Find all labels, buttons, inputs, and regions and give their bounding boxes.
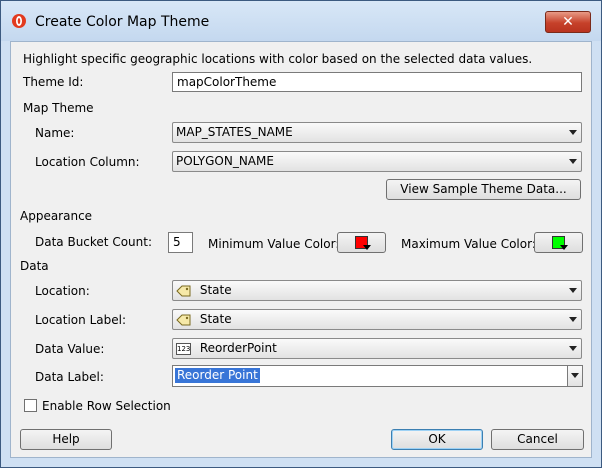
appearance-section-label: Appearance [20, 209, 93, 223]
title-bar: Create Color Map Theme ✕ [1, 1, 601, 41]
location-select[interactable]: State [172, 280, 582, 301]
cancel-button[interactable]: Cancel [491, 429, 584, 450]
map-theme-section-label: Map Theme [23, 101, 94, 115]
max-color-label: Maximum Value Color: [401, 237, 536, 251]
location-label-select[interactable]: State [172, 309, 582, 330]
data-value-label: Data Value: [35, 342, 105, 356]
description-text: Highlight specific geographic locations … [23, 52, 533, 66]
dialog-content: Highlight specific geographic locations … [10, 41, 592, 458]
location-value: State [199, 283, 232, 297]
chevron-down-icon [569, 159, 577, 164]
theme-id-input[interactable]: mapColorTheme [172, 72, 582, 92]
data-value-value: ReorderPoint [199, 341, 277, 355]
location-column-select[interactable]: POLYGON_NAME [172, 151, 582, 172]
name-select-value: MAP_STATES_NAME [176, 125, 293, 139]
chevron-down-icon [569, 130, 577, 135]
bucket-count-label: Data Bucket Count: [35, 235, 153, 249]
name-select[interactable]: MAP_STATES_NAME [172, 122, 582, 143]
bucket-count-input[interactable]: 5 [168, 232, 193, 253]
enable-row-selection-checkbox[interactable] [24, 399, 37, 412]
oracle-app-icon [12, 14, 26, 28]
ok-button[interactable]: OK [391, 429, 483, 450]
max-color-button[interactable] [534, 232, 583, 253]
data-label-dropdown-button[interactable] [567, 366, 582, 386]
dialog-window: Create Color Map Theme ✕ Highlight speci… [0, 0, 602, 468]
location-column-label: Location Column: [35, 155, 140, 169]
chevron-down-icon [569, 346, 577, 351]
window-title: Create Color Map Theme [35, 14, 210, 30]
location-label-label: Location Label: [35, 313, 126, 327]
chevron-down-icon [569, 317, 577, 322]
data-label-input-text[interactable]: Reorder Point [175, 368, 260, 383]
enable-row-selection-label[interactable]: Enable Row Selection [42, 398, 171, 414]
chevron-down-icon [571, 373, 579, 378]
data-label-combobox[interactable]: Reorder Point [172, 365, 583, 387]
close-icon: ✕ [562, 14, 574, 30]
tag-icon [176, 285, 191, 296]
location-label-value: State [199, 312, 232, 326]
data-label-label: Data Label: [35, 370, 104, 384]
view-sample-theme-data-button[interactable]: View Sample Theme Data... [386, 179, 581, 200]
chevron-down-icon [569, 288, 577, 293]
tag-icon [176, 314, 191, 325]
data-value-select[interactable]: 123 ReorderPoint [172, 338, 582, 359]
close-button[interactable]: ✕ [545, 11, 591, 33]
min-color-label: Minimum Value Color: [208, 237, 340, 251]
min-color-button[interactable] [337, 232, 386, 253]
name-label: Name: [35, 126, 75, 140]
numeric-type-icon: 123 [176, 342, 191, 355]
chevron-down-icon [363, 245, 371, 250]
location-label: Location: [35, 284, 90, 298]
theme-id-label: Theme Id: [23, 75, 84, 89]
chevron-down-icon [560, 245, 568, 250]
data-section-label: Data [20, 259, 49, 273]
help-button[interactable]: Help [20, 429, 112, 450]
location-column-value: POLYGON_NAME [176, 154, 274, 168]
